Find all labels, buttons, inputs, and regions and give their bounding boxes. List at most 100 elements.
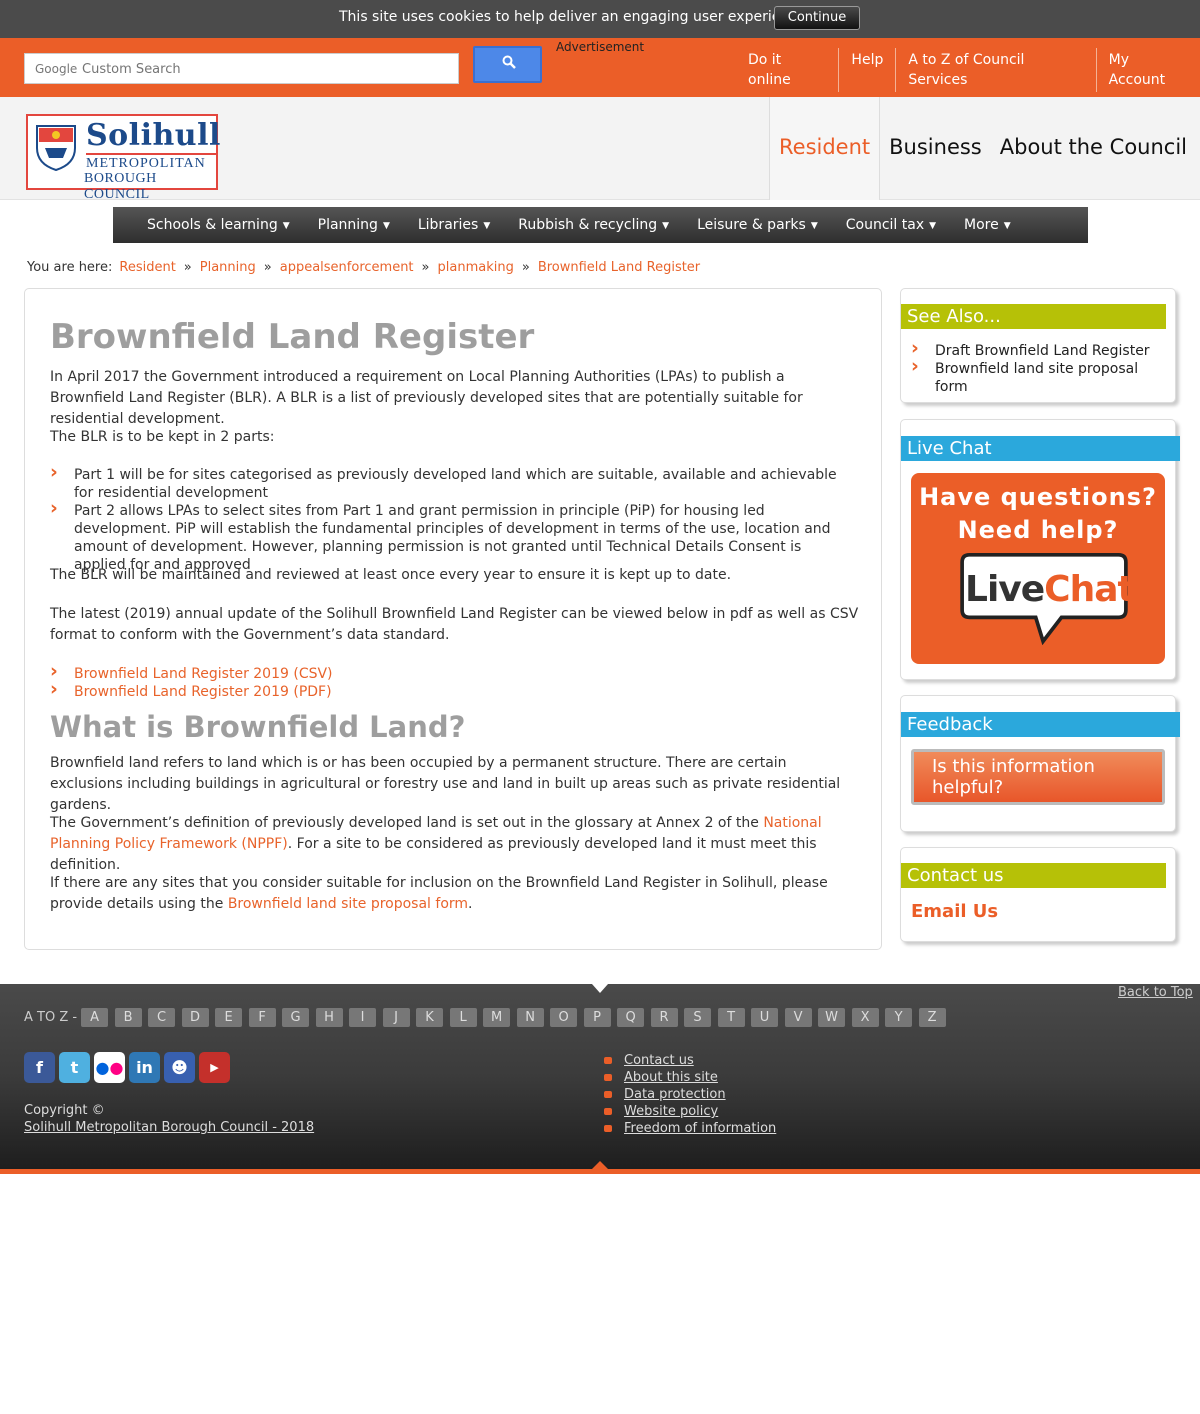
a-to-z-letter-q[interactable]: Q [617,1008,645,1027]
myspace-icon[interactable]: ☻ [164,1052,195,1083]
breadcrumb: You are here: Resident » Planning » appe… [27,260,700,275]
tab-resident[interactable]: Resident [769,97,881,200]
a-to-z-letter-n[interactable]: N [516,1008,544,1027]
page-title: Brownfield Land Register [50,317,535,357]
a-to-z-letter-k[interactable]: K [416,1008,444,1027]
council-logo[interactable]: Solihull METROPOLITAN BOROUGH COUNCIL [26,114,220,202]
footer-notch-bottom [592,1161,608,1169]
contact-title: Contact us [901,863,1166,888]
live-chat-box: Live Chat Have questions? Need help? Liv… [900,419,1180,680]
a-to-z-letter-x[interactable]: X [851,1008,879,1027]
toplink-do-it-online[interactable]: Do it online [736,48,838,92]
see-also-draft-register-link[interactable]: Draft Brownfield Land Register [935,343,1150,359]
a-to-z-letter-e[interactable]: E [215,1008,243,1027]
toplink-help[interactable]: Help [838,48,895,92]
a-to-z-letter-j[interactable]: J [382,1008,410,1027]
nav-more[interactable]: More ▼ [964,207,1011,243]
a-to-z-letter-a[interactable]: A [81,1008,109,1027]
live-chat-banner[interactable]: Have questions? Need help? LiveChat [911,473,1165,664]
see-also-title: See Also... [901,304,1166,329]
a-to-z-letter-r[interactable]: R [650,1008,678,1027]
nav-schools-learning[interactable]: Schools & learning ▼ [147,207,290,243]
livechat-logo-a: Live [965,569,1045,610]
nav-label: More [964,216,999,233]
a-to-z-letter-i[interactable]: I [349,1008,377,1027]
feedback-title: Feedback [901,712,1180,737]
nav-libraries[interactable]: Libraries ▼ [418,207,490,243]
breadcrumb-current[interactable]: Brownfield Land Register [538,260,700,275]
nav-label: Leisure & parks [697,216,806,233]
nav-leisure-parks[interactable]: Leisure & parks ▼ [697,207,818,243]
cookie-message: This site uses cookies to help deliver a… [339,9,810,25]
a-to-z-letter-w[interactable]: W [818,1008,846,1027]
a-to-z-letter-l[interactable]: L [449,1008,477,1027]
search-box[interactable]: Google [24,53,459,84]
flickr-icon[interactable]: ● ● [94,1052,125,1083]
section-heading: What is Brownfield Land? [50,710,466,744]
email-us-link[interactable]: Email Us [911,901,998,922]
live-chat-title: Live Chat [901,436,1180,461]
download-pdf-link[interactable]: Brownfield Land Register 2019 (PDF) [74,684,332,700]
definition-paragraph: Brownfield land refers to land which is … [50,755,841,813]
a-to-z-letter-t[interactable]: T [717,1008,745,1027]
chevron-down-icon: ▼ [810,221,818,231]
a-to-z-letter-g[interactable]: G [282,1008,310,1027]
a-to-z-letter-p[interactable]: P [583,1008,611,1027]
breadcrumb-planmaking[interactable]: planmaking [438,260,514,275]
footer-links: Contact us About this site Data protecti… [604,1052,776,1137]
audience-tabs: Resident Business About the Council [769,97,1196,200]
a-to-z-letter-o[interactable]: O [550,1008,578,1027]
a-to-z-letter-v[interactable]: V [784,1008,812,1027]
nav-rubbish-recycling[interactable]: Rubbish & recycling ▼ [518,207,669,243]
chevron-down-icon: ▼ [662,221,670,231]
footer-data-protection-link[interactable]: Data protection [604,1086,776,1103]
breadcrumb-appealsenforcement[interactable]: appealsenforcement [280,260,414,275]
a-to-z-letter-c[interactable]: C [148,1008,176,1027]
search-input[interactable] [82,59,452,79]
footer-contact-us-link[interactable]: Contact us [604,1052,776,1069]
tab-business[interactable]: Business [880,97,991,200]
contact-box: Contact us Email Us [900,847,1176,942]
chevron-down-icon: ▼ [483,221,491,231]
tab-about-the-council[interactable]: About the Council [991,97,1196,200]
download-csv-link[interactable]: Brownfield Land Register 2019 (CSV) [74,666,333,682]
copyright-link[interactable]: Solihull Metropolitan Borough Council - … [24,1120,314,1135]
a-to-z-letter-h[interactable]: H [315,1008,343,1027]
a-to-z-letter-z[interactable]: Z [918,1008,946,1027]
copyright: Copyright © Solihull Metropolitan Boroug… [24,1102,314,1136]
a-to-z-letter-f[interactable]: F [248,1008,276,1027]
list-item: Part 1 will be for sites categorised as … [50,463,850,502]
top-links: Do it online Help A to Z of Council Serv… [736,48,1200,92]
a-to-z-letter-d[interactable]: D [181,1008,209,1027]
toplink-my-account[interactable]: My Account [1095,48,1200,92]
youtube-icon[interactable]: ▶ [199,1052,230,1083]
twitter-icon[interactable]: t [59,1052,90,1083]
nav-label: Schools & learning [147,216,278,233]
chevron-down-icon: ▼ [1003,221,1011,231]
list-item: Part 2 allows LPAs to select sites from … [50,499,850,574]
back-to-top-link[interactable]: Back to Top [1118,985,1193,1000]
linkedin-icon[interactable]: in [129,1052,160,1083]
proposal-form-link[interactable]: Brownfield land site proposal form [228,896,468,912]
breadcrumb-planning[interactable]: Planning [200,260,256,275]
footer-website-policy-link[interactable]: Website policy [604,1103,776,1120]
see-also-proposal-form-link[interactable]: Brownfield land site proposal form [935,361,1138,395]
a-to-z-letter-m[interactable]: M [483,1008,511,1027]
footer-foi-link[interactable]: Freedom of information [604,1120,776,1137]
nav-council-tax[interactable]: Council tax ▼ [846,207,936,243]
a-to-z-letter-s[interactable]: S [684,1008,712,1027]
a-to-z-letter-b[interactable]: B [114,1008,142,1027]
feedback-helpful-button[interactable]: Is this information helpful? [911,749,1165,805]
a-to-z-letter-y[interactable]: Y [885,1008,913,1027]
nav-label: Libraries [417,216,479,233]
breadcrumb-separator: » [521,260,530,275]
toplink-a-to-z[interactable]: A to Z of Council Services [895,48,1095,92]
search-button[interactable] [473,46,542,83]
footer-about-link[interactable]: About this site [604,1069,776,1086]
facebook-icon[interactable]: f [24,1052,55,1083]
chevron-down-icon: ▼ [282,221,290,231]
a-to-z-letter-u[interactable]: U [751,1008,779,1027]
breadcrumb-resident[interactable]: Resident [119,260,175,275]
cookie-continue-button[interactable]: Continue [774,6,860,30]
nav-planning[interactable]: Planning ▼ [318,207,390,243]
